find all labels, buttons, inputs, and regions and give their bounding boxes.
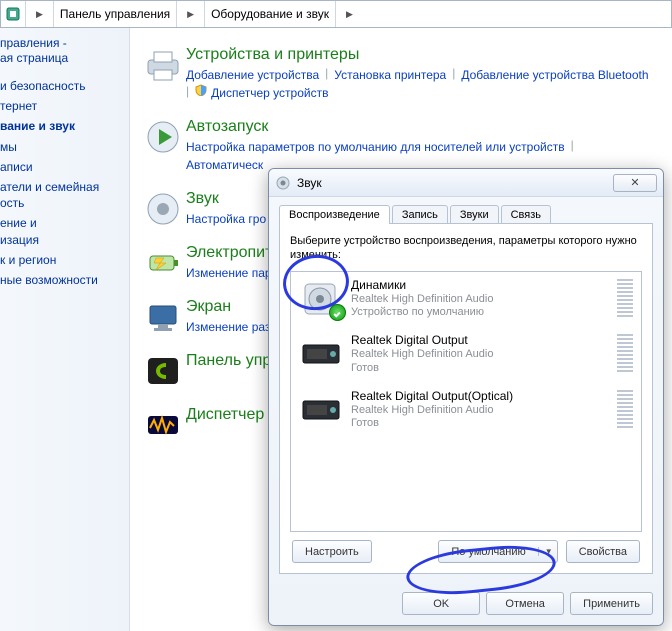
breadcrumb-seg2-label: Оборудование и звук xyxy=(211,7,329,21)
speaker-device-icon xyxy=(299,280,343,318)
dialog-close-button[interactable]: ✕ xyxy=(613,174,657,192)
speaker-icon xyxy=(275,175,291,191)
dialog-tabs: ВоспроизведениеЗаписьЗвукиСвязь xyxy=(279,205,653,224)
task-link[interactable]: Изменение пар xyxy=(186,264,272,282)
audio-mgr-icon xyxy=(144,406,186,444)
digital-output-icon xyxy=(299,335,343,373)
sidebar-item[interactable]: аписи xyxy=(0,157,123,177)
breadcrumb-root-arrow[interactable]: ▶ xyxy=(26,1,54,27)
dialog-title: Звук xyxy=(297,176,613,190)
task-link[interactable]: Добавление устройства xyxy=(186,66,319,84)
sidebar-item[interactable]: мы xyxy=(0,137,123,157)
device-sub: Realtek High Definition Audio xyxy=(351,293,617,307)
level-meter xyxy=(617,390,633,430)
device-name: Динамики xyxy=(351,278,617,293)
task-link[interactable]: Установка принтера xyxy=(334,66,446,84)
task-link[interactable]: Диспетчер устройств xyxy=(211,84,328,102)
nvidia-icon xyxy=(144,352,186,390)
digital-output-icon xyxy=(299,391,343,429)
category: Устройства и принтеры Добавление устройст… xyxy=(144,46,658,102)
level-meter xyxy=(617,279,633,319)
close-icon: ✕ xyxy=(630,176,639,189)
set-default-button[interactable]: По умолчанию ▼ xyxy=(438,540,557,563)
configure-button[interactable]: Настроить xyxy=(292,540,372,563)
sidebar-item[interactable]: атели и семейнаяость xyxy=(0,177,123,213)
breadcrumb-control-panel[interactable]: Панель управления xyxy=(54,1,177,27)
device-status: Устройство по умолчанию xyxy=(351,306,617,320)
properties-button[interactable]: Свойства xyxy=(566,540,640,563)
tab-playback-page: Выберите устройство воспроизведения, пар… xyxy=(279,223,653,574)
breadcrumb-arrow-1[interactable]: ▶ xyxy=(177,1,205,27)
breadcrumb-arrow-2[interactable]: ▶ xyxy=(336,1,363,27)
address-bar: ▶ Панель управления ▶ Оборудование и зву… xyxy=(0,0,672,28)
task-link[interactable]: Настройка гро xyxy=(186,210,266,228)
sidebar-item[interactable]: ные возможности xyxy=(0,270,123,290)
device-name: Realtek Digital Output xyxy=(351,333,617,348)
dialog-footer: OK Отмена Применить xyxy=(269,584,663,625)
cancel-button[interactable]: Отмена xyxy=(486,592,564,615)
sidebar-item[interactable]: к и регион xyxy=(0,250,123,270)
task-link[interactable]: Изменение раз xyxy=(186,318,270,336)
device-item[interactable]: Realtek Digital Output(Optical)Realtek H… xyxy=(291,383,641,439)
sidebar-header: правления - ая страница xyxy=(0,36,123,66)
device-name: Realtek Digital Output(Optical) xyxy=(351,389,617,404)
battery-icon xyxy=(144,244,186,282)
level-meter xyxy=(617,334,633,374)
category: Автозапуск Настройка параметров по умолча… xyxy=(144,118,658,174)
sidebar-item[interactable]: и безопасность xyxy=(0,76,123,96)
device-item[interactable]: Realtek Digital OutputRealtek High Defin… xyxy=(291,327,641,383)
display-icon xyxy=(144,298,186,336)
task-link[interactable]: Добавление устройства Bluetooth xyxy=(461,66,648,84)
device-list[interactable]: ДинамикиRealtek High Definition AudioУст… xyxy=(290,271,642,532)
sound-dialog: Звук ✕ ВоспроизведениеЗаписьЗвукиСвязь В… xyxy=(268,168,664,626)
tab[interactable]: Звуки xyxy=(450,205,499,224)
category-title[interactable]: Устройства и принтеры xyxy=(186,46,658,64)
sidebar-item[interactable]: ение иизация xyxy=(0,213,123,249)
breadcrumb-seg1-label: Панель управления xyxy=(60,7,170,21)
sidebar-item[interactable]: тернет xyxy=(0,96,123,116)
device-status: Готов xyxy=(351,362,617,376)
device-sub: Realtek High Definition Audio xyxy=(351,404,617,418)
printer-icon xyxy=(144,46,186,102)
apply-button[interactable]: Применить xyxy=(570,592,653,615)
shield-icon xyxy=(195,84,207,102)
task-link[interactable]: Автоматическ xyxy=(186,156,263,174)
tab[interactable]: Связь xyxy=(501,205,551,224)
set-default-label: По умолчанию xyxy=(451,546,525,558)
address-icon[interactable] xyxy=(1,1,26,27)
autorun-icon xyxy=(144,118,186,174)
device-status: Готов xyxy=(351,417,617,431)
device-sub: Realtek High Definition Audio xyxy=(351,348,617,362)
category-title[interactable]: Автозапуск xyxy=(186,118,658,136)
sidebar-item[interactable]: вание и звук xyxy=(0,116,123,136)
chevron-down-icon: ▼ xyxy=(538,547,553,556)
breadcrumb-hardware-sound[interactable]: Оборудование и звук xyxy=(205,1,336,27)
dialog-titlebar[interactable]: Звук ✕ xyxy=(269,169,663,197)
task-link[interactable]: Настройка параметров по умолчанию для но… xyxy=(186,138,565,156)
sound-icon xyxy=(144,190,186,228)
dialog-hint: Выберите устройство воспроизведения, пар… xyxy=(290,234,642,263)
tab[interactable]: Запись xyxy=(392,205,448,224)
device-item[interactable]: ДинамикиRealtek High Definition AudioУст… xyxy=(291,272,641,328)
ok-button[interactable]: OK xyxy=(402,592,480,615)
sidebar: правления - ая страница и безопасностьте… xyxy=(0,28,130,631)
default-check-icon xyxy=(329,304,346,321)
tab[interactable]: Воспроизведение xyxy=(279,205,390,224)
